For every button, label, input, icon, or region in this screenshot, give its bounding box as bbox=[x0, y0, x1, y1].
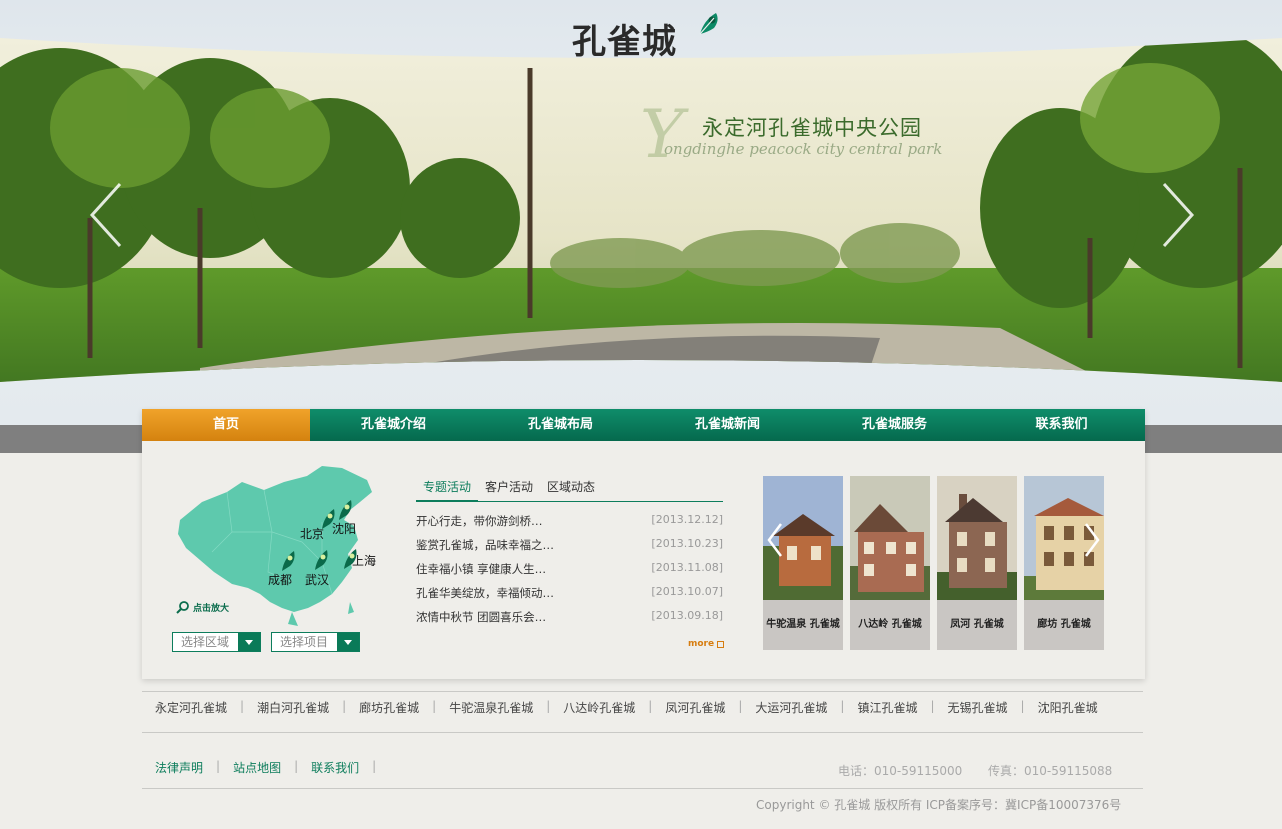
news-title: 鉴赏孔雀城，品味幸福之… bbox=[416, 538, 554, 552]
separator: | bbox=[216, 759, 221, 773]
copyright-text: Copyright © 孔雀城 版权所有 ICP备案序号：冀ICP备100073… bbox=[756, 798, 1122, 812]
project-link[interactable]: 无锡孔雀城 bbox=[935, 699, 1021, 716]
select-region-dropdown[interactable]: 选择区域 bbox=[172, 632, 261, 652]
project-card[interactable]: 牛驼温泉 孔雀城 bbox=[763, 476, 843, 650]
site-logo[interactable]: 孔雀城 bbox=[572, 8, 724, 62]
news-item[interactable]: 住幸福小镇 享健康人生… [2013.11.08] bbox=[416, 561, 723, 585]
news-list: 开心行走，带你游剑桥… [2013.12.12] 鉴赏孔雀城，品味幸福之… [201… bbox=[416, 513, 723, 633]
legal-link[interactable]: 法律声明 bbox=[155, 759, 203, 776]
banner-next-button[interactable] bbox=[1158, 180, 1198, 250]
zoom-label: 点击放大 bbox=[193, 603, 230, 614]
more-news-link[interactable]: more bbox=[688, 639, 725, 649]
project-link[interactable]: 凤河孔雀城 bbox=[652, 699, 738, 716]
news-tabs: 专题活动 客户活动 区域动态 bbox=[416, 477, 723, 502]
project-card[interactable]: 八达岭 孔雀城 bbox=[850, 476, 930, 650]
peacock-feather-icon bbox=[699, 13, 718, 35]
chevron-right-icon bbox=[1158, 180, 1198, 250]
map-pin-icon bbox=[322, 509, 335, 529]
hero-banner: Y 永定河孔雀城中央公园 ongdinghe peacock city cent… bbox=[0, 38, 1282, 398]
contact-link[interactable]: 联系我们 bbox=[311, 759, 359, 776]
banner-initial: Y bbox=[640, 96, 684, 173]
map-zoom-link[interactable]: 点击放大 bbox=[176, 600, 229, 614]
project-card[interactable]: 凤河 孔雀城 bbox=[937, 476, 1017, 650]
separator: | bbox=[372, 759, 377, 773]
map-pin-icon bbox=[344, 549, 357, 569]
chevron-down-icon bbox=[238, 633, 260, 651]
sitemap-link[interactable]: 站点地图 bbox=[233, 759, 281, 776]
project-caption: 八达岭 孔雀城 bbox=[850, 600, 930, 650]
map-pin-icon bbox=[339, 500, 352, 520]
news-title: 住幸福小镇 享健康人生… bbox=[416, 562, 547, 576]
city-chengdu[interactable]: 成都 bbox=[268, 571, 292, 588]
project-links: 永定河孔雀城 | 潮白河孔雀城 | 廊坊孔雀城 | 牛驼温泉孔雀城 | 八达岭孔雀城 | … bbox=[142, 699, 1143, 716]
nav-contact[interactable]: 联系我们 bbox=[978, 409, 1145, 441]
fax-text: 传真：010-59115088 bbox=[988, 764, 1113, 778]
project-link[interactable]: 永定河孔雀城 bbox=[142, 699, 240, 716]
nav-layout[interactable]: 孔雀城布局 bbox=[477, 409, 644, 441]
select-region-label: 选择区域 bbox=[181, 635, 230, 649]
projects-prev-button[interactable] bbox=[765, 520, 785, 560]
nav-home[interactable]: 首页 bbox=[142, 409, 310, 441]
separator: | bbox=[294, 759, 299, 773]
project-card[interactable]: 廊坊 孔雀城 bbox=[1024, 476, 1104, 650]
magnifier-icon bbox=[176, 601, 189, 614]
project-link[interactable]: 牛驼温泉孔雀城 bbox=[436, 699, 546, 716]
news-item[interactable]: 鉴赏孔雀城，品味幸福之… [2013.10.23] bbox=[416, 537, 723, 561]
project-link[interactable]: 潮白河孔雀城 bbox=[244, 699, 342, 716]
logo-text: 孔雀城 bbox=[572, 22, 677, 62]
divider bbox=[142, 691, 1143, 692]
project-caption: 廊坊 孔雀城 bbox=[1024, 600, 1104, 650]
banner-title: 永定河孔雀城中央公园 bbox=[702, 116, 922, 140]
map-pin-icon bbox=[282, 551, 295, 571]
news-date: [2013.12.12] bbox=[651, 513, 723, 526]
villa-image bbox=[937, 476, 1017, 600]
banner-prev-button[interactable] bbox=[86, 180, 126, 250]
city-wuhan[interactable]: 武汉 bbox=[305, 571, 329, 588]
project-link[interactable]: 廊坊孔雀城 bbox=[346, 699, 432, 716]
news-date: [2013.09.18] bbox=[651, 609, 723, 622]
footer-links: 法律声明 | 站点地图 | 联系我们 | bbox=[155, 759, 389, 776]
chevron-left-icon bbox=[767, 523, 782, 557]
news-item[interactable]: 孔雀华美绽放，幸福倾动… [2013.10.07] bbox=[416, 585, 723, 609]
divider bbox=[142, 732, 1143, 733]
news-title: 孔雀华美绽放，幸福倾动… bbox=[416, 586, 554, 600]
chevron-left-icon bbox=[86, 180, 126, 250]
divider bbox=[142, 788, 1143, 789]
select-project-label: 选择项目 bbox=[280, 635, 329, 649]
tab-special-events[interactable]: 专题活动 bbox=[416, 477, 479, 502]
arrow-right-icon bbox=[717, 640, 725, 648]
more-label: more bbox=[688, 639, 715, 649]
chevron-right-icon bbox=[1085, 523, 1100, 557]
map-pin-icon bbox=[315, 550, 328, 570]
banner-tagline: Y 永定河孔雀城中央公园 ongdinghe peacock city cent… bbox=[640, 100, 970, 190]
project-link[interactable]: 八达岭孔雀城 bbox=[550, 699, 648, 716]
project-link[interactable]: 沈阳孔雀城 bbox=[1025, 699, 1111, 716]
project-caption: 牛驼温泉 孔雀城 bbox=[763, 600, 843, 650]
tab-customer-events[interactable]: 客户活动 bbox=[478, 477, 540, 501]
park-scene-image bbox=[0, 38, 1282, 398]
project-caption: 凤河 孔雀城 bbox=[937, 600, 1017, 650]
main-nav: 首页 孔雀城介绍 孔雀城布局 孔雀城新闻 孔雀城服务 联系我们 bbox=[142, 409, 1145, 441]
chevron-down-icon bbox=[337, 633, 359, 651]
nav-service[interactable]: 孔雀城服务 bbox=[811, 409, 978, 441]
news-title: 开心行走，带你游剑桥… bbox=[416, 514, 543, 528]
villa-image bbox=[850, 476, 930, 600]
phone-text: 电话：010-59115000 bbox=[838, 764, 963, 778]
news-item[interactable]: 浓情中秋节 团圆喜乐会… [2013.09.18] bbox=[416, 609, 723, 633]
nav-intro[interactable]: 孔雀城介绍 bbox=[310, 409, 477, 441]
news-title: 浓情中秋节 团圆喜乐会… bbox=[416, 610, 547, 624]
project-link[interactable]: 大运河孔雀城 bbox=[742, 699, 840, 716]
news-date: [2013.10.07] bbox=[651, 585, 723, 598]
news-date: [2013.10.23] bbox=[651, 537, 723, 550]
projects-next-button[interactable] bbox=[1082, 520, 1102, 560]
banner-subtitle: ongdinghe peacock city central park bbox=[664, 140, 943, 158]
select-project-dropdown[interactable]: 选择项目 bbox=[271, 632, 360, 652]
news-item[interactable]: 开心行走，带你游剑桥… [2013.12.12] bbox=[416, 513, 723, 537]
tab-regional-news[interactable]: 区域动态 bbox=[540, 477, 602, 501]
project-link[interactable]: 镇江孔雀城 bbox=[844, 699, 930, 716]
nav-news[interactable]: 孔雀城新闻 bbox=[644, 409, 811, 441]
news-date: [2013.11.08] bbox=[651, 561, 723, 574]
